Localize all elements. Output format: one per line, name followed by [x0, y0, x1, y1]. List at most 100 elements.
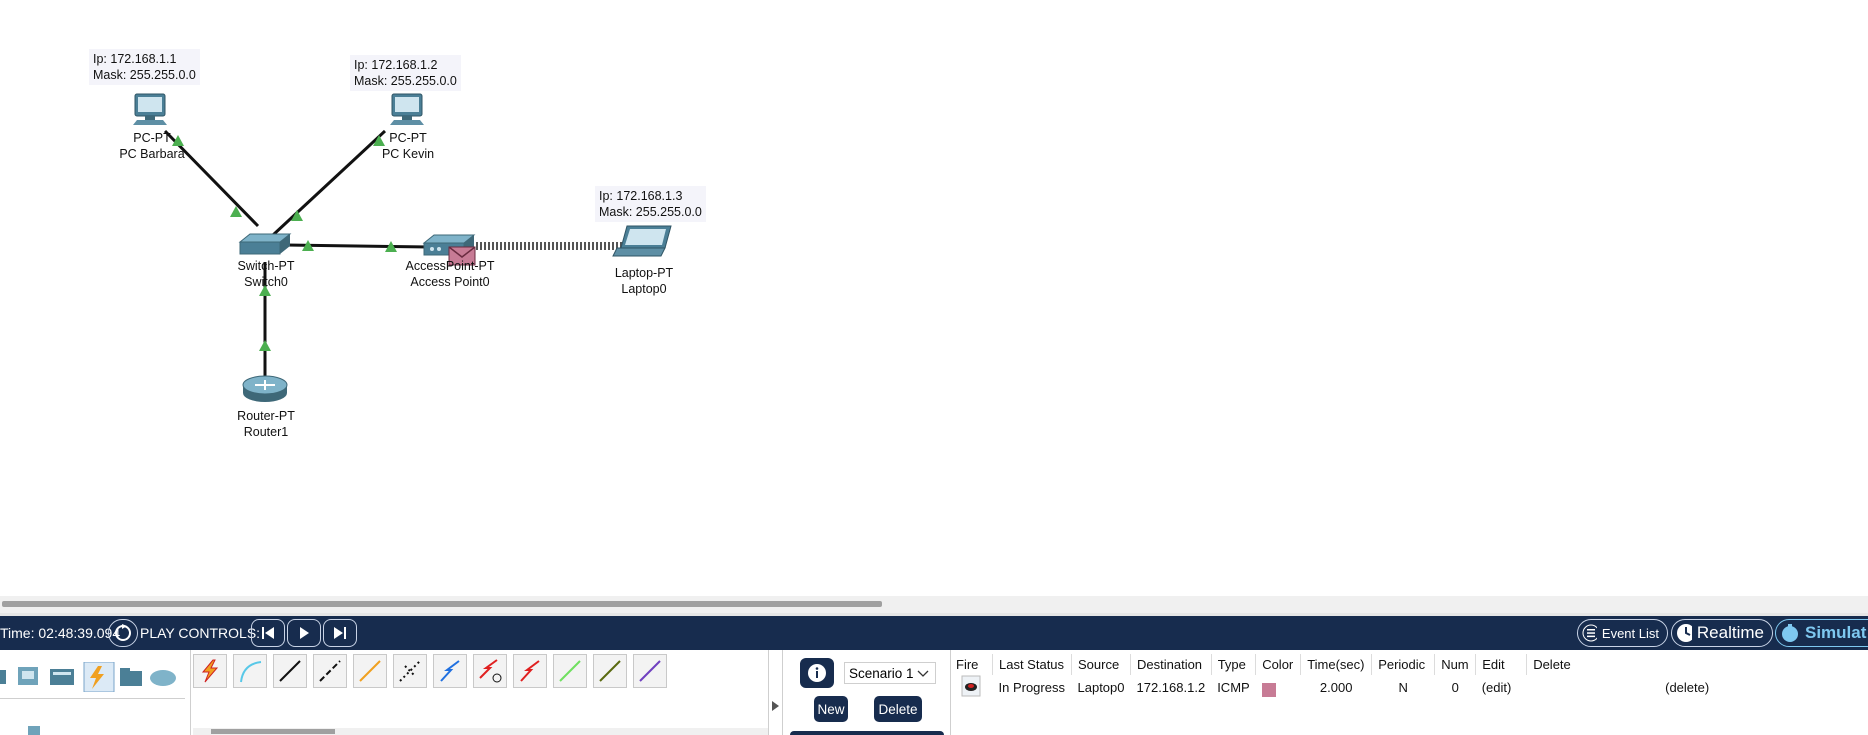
canvas-horizontal-scrollbar[interactable] [0, 596, 1868, 613]
column-header-time: Time(sec) [1300, 654, 1372, 675]
device-name: PC Barbara [119, 147, 185, 161]
toggle-pdu-list-button[interactable] [790, 731, 944, 735]
table-header-row: Fire Last Status Source Destination Type… [950, 654, 1750, 675]
ip-box-laptop0: Ip: 172.168.1.3 Mask: 255.255.0.0 [595, 186, 706, 222]
workspace-canvas[interactable]: Ip: 172.168.1.1 Mask: 255.255.0.0 Ip: 17… [0, 0, 1868, 595]
time-cell: 2.000 [1319, 680, 1353, 695]
coaxial-icon [440, 660, 460, 682]
copper-straight-icon [279, 660, 301, 682]
destination-cell: 172.168.1.2 [1136, 680, 1206, 695]
serial-dce-tool[interactable] [473, 654, 507, 688]
serial-dce-icon [479, 659, 502, 683]
copper-straight-tool[interactable] [273, 654, 307, 688]
column-header-edit: Edit [1475, 654, 1527, 675]
chevron-down-icon [917, 670, 929, 677]
column-header-periodic: Periodic [1371, 654, 1435, 675]
step-back-button[interactable] [251, 619, 285, 647]
device-label-router1: Router-PT Router1 [237, 408, 295, 440]
new-scenario-button[interactable]: New [814, 696, 848, 722]
end-devices-category-icon[interactable] [0, 670, 6, 684]
table-row[interactable]: In Progress Laptop0 172.168.1.2 ICMP 2.0… [950, 675, 1749, 700]
pdu-info-button[interactable] [800, 658, 834, 688]
copper-cross-tool[interactable] [313, 654, 347, 688]
color-cell [1256, 675, 1301, 700]
tools-scrollbar[interactable] [193, 728, 768, 735]
console-cable-tool[interactable] [233, 654, 267, 688]
usb-cable-tool[interactable] [633, 654, 667, 688]
fire-status-icon[interactable] [961, 675, 981, 697]
device-type: PC-PT [389, 131, 427, 145]
serial-dte-tool[interactable] [513, 654, 547, 688]
simulation-mode-button[interactable]: Simulat [1775, 619, 1868, 647]
device-type: PC-PT [133, 131, 171, 145]
info-icon [808, 664, 826, 682]
delete-link[interactable]: (delete) [1527, 675, 1750, 700]
play-icon [300, 627, 309, 639]
stopwatch-icon [1782, 624, 1798, 642]
laptop-icon[interactable] [612, 225, 672, 257]
step-back-icon [262, 627, 274, 639]
mask-label: Mask: 255.255.0.0 [354, 74, 457, 88]
mask-label: Mask: 255.255.0.0 [93, 68, 196, 82]
panel-divider [190, 650, 191, 735]
event-list-button[interactable]: Event List [1577, 619, 1668, 647]
phone-cable-icon [399, 660, 421, 682]
iot-cable-tool[interactable] [593, 654, 627, 688]
ip-label: Ip: 172.168.1.2 [354, 58, 438, 72]
edit-link[interactable]: (edit) [1476, 675, 1527, 700]
octal-cable-tool[interactable] [553, 654, 587, 688]
components-category-icon[interactable] [50, 669, 74, 685]
realtime-mode-button[interactable]: Realtime [1671, 619, 1773, 647]
cable-kevin-switch[interactable] [271, 129, 387, 237]
clock-icon [1677, 624, 1692, 642]
reset-time-button[interactable] [108, 619, 138, 647]
pc-icon[interactable] [390, 93, 424, 125]
source-cell: Laptop0 [1077, 680, 1125, 695]
column-header-delete: Delete [1526, 654, 1750, 675]
device-categories [0, 661, 187, 693]
category-icons [0, 661, 176, 693]
simulation-label: Simulat [1805, 623, 1867, 642]
scenario-select[interactable]: Scenario 1 [844, 662, 936, 684]
device-type: Router-PT [237, 409, 295, 423]
num-cell: 0 [1451, 680, 1459, 695]
link-light [259, 340, 271, 351]
ip-label: Ip: 172.168.1.3 [599, 189, 683, 203]
pdu-event-table: Fire Last Status Source Destination Type… [950, 654, 1750, 700]
time-readout: Time: 02:48:39.094 [0, 625, 121, 641]
delete-scenario-button[interactable]: Delete [874, 696, 922, 722]
device-label-pc-barbara: PC-PT PC Barbara [119, 130, 184, 162]
play-button[interactable] [287, 619, 321, 647]
category-sub-icon[interactable] [28, 726, 40, 735]
network-devices-category-icon[interactable] [18, 667, 38, 685]
coaxial-tool[interactable] [433, 654, 467, 688]
column-header-last-status: Last Status [992, 654, 1072, 675]
scrollbar-thumb[interactable] [211, 729, 335, 734]
device-name: Laptop0 [621, 282, 667, 296]
phone-cable-tool[interactable] [393, 654, 427, 688]
copper-cross-icon [319, 660, 341, 682]
device-type: Laptop-PT [614, 266, 674, 280]
auto-connection-tool[interactable] [193, 654, 227, 688]
device-name: PC Kevin [381, 147, 435, 161]
scrollbar-thumb[interactable] [2, 601, 882, 607]
pc-icon[interactable] [133, 93, 167, 125]
reset-icon [115, 624, 131, 641]
usb-cable-icon [639, 660, 661, 682]
color-swatch [1261, 682, 1276, 697]
mask-label: Mask: 255.255.0.0 [599, 205, 702, 219]
switch-icon[interactable] [238, 233, 292, 255]
collapse-arrow-icon[interactable] [772, 701, 779, 711]
fiber-tool[interactable] [353, 654, 387, 688]
column-header-source: Source [1071, 654, 1131, 675]
simulation-toolbar: Time: 02:48:39.094 PLAY CONTROLS: Event … [0, 616, 1868, 650]
cloud-category-icon[interactable] [150, 670, 176, 686]
folder-category-icon[interactable] [120, 668, 142, 686]
step-forward-button[interactable] [323, 619, 357, 647]
fire-cell[interactable] [950, 675, 993, 700]
column-header-fire: Fire [956, 657, 979, 672]
fiber-icon [359, 660, 381, 682]
serial-dte-icon [520, 660, 540, 682]
router-icon[interactable] [242, 375, 288, 402]
delete-scenario-label: Delete [878, 701, 918, 717]
